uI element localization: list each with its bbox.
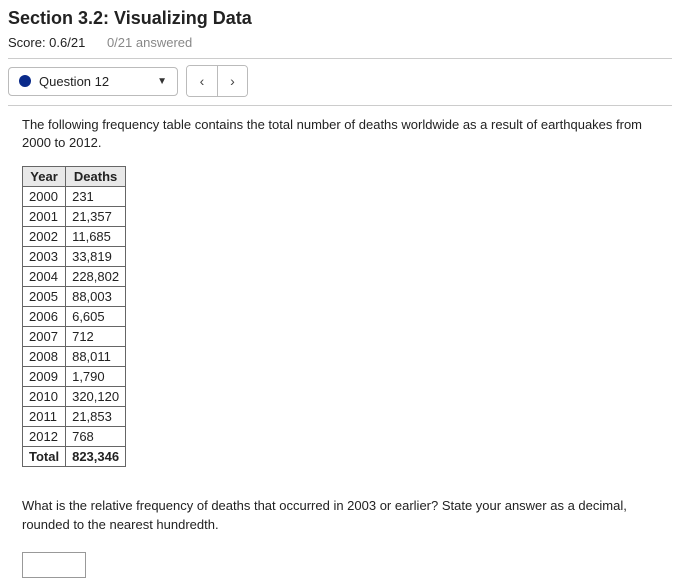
table-row: 20066,605 (23, 307, 126, 327)
cell-year: 2006 (23, 307, 66, 327)
nav-button-group: ‹ › (186, 65, 248, 97)
cell-year: 2001 (23, 207, 66, 227)
table-row: 2000231 (23, 187, 126, 207)
table-header-deaths: Deaths (66, 167, 126, 187)
divider-nav (8, 105, 672, 106)
cell-year: 2011 (23, 407, 66, 427)
cell-deaths: 228,802 (66, 267, 126, 287)
table-header-year: Year (23, 167, 66, 187)
table-row: 2007712 (23, 327, 126, 347)
cell-year: 2000 (23, 187, 66, 207)
table-row: 2012768 (23, 427, 126, 447)
prev-question-button[interactable]: ‹ (187, 66, 217, 96)
question-nav: Question 12 ▼ ‹ › (8, 65, 672, 97)
table-row: 2004228,802 (23, 267, 126, 287)
cell-year: 2004 (23, 267, 66, 287)
cell-year: 2002 (23, 227, 66, 247)
cell-deaths: 6,605 (66, 307, 126, 327)
frequency-table: Year Deaths 2000231200121,357200211,6852… (22, 166, 126, 467)
score-label: Score: 0.6/21 (8, 35, 85, 50)
chevron-left-icon: ‹ (200, 73, 205, 89)
caret-down-icon: ▼ (157, 76, 167, 87)
table-row: 2010320,120 (23, 387, 126, 407)
cell-year: 2007 (23, 327, 66, 347)
cell-deaths: 21,853 (66, 407, 126, 427)
cell-deaths: 33,819 (66, 247, 126, 267)
cell-deaths: 1,790 (66, 367, 126, 387)
cell-deaths: 11,685 (66, 227, 126, 247)
table-row: 200121,357 (23, 207, 126, 227)
table-header-row: Year Deaths (23, 167, 126, 187)
table-row: 200211,685 (23, 227, 126, 247)
table-row: 200333,819 (23, 247, 126, 267)
chevron-right-icon: › (230, 73, 235, 89)
next-question-button[interactable]: › (217, 66, 247, 96)
cell-year: 2003 (23, 247, 66, 267)
cell-total-label: Total (23, 447, 66, 467)
divider-top (8, 58, 672, 59)
cell-deaths: 712 (66, 327, 126, 347)
question-select[interactable]: Question 12 ▼ (8, 67, 178, 96)
cell-year: 2005 (23, 287, 66, 307)
table-row: 201121,853 (23, 407, 126, 427)
answer-input[interactable] (22, 552, 86, 578)
page-title: Section 3.2: Visualizing Data (8, 8, 672, 29)
question-body: The following frequency table contains t… (8, 116, 672, 578)
table-row: 200888,011 (23, 347, 126, 367)
question-status-dot-icon (19, 75, 31, 87)
cell-deaths: 320,120 (66, 387, 126, 407)
cell-deaths: 768 (66, 427, 126, 447)
answered-label: 0/21 answered (107, 35, 192, 50)
cell-deaths: 88,003 (66, 287, 126, 307)
question-text: What is the relative frequency of deaths… (22, 497, 652, 533)
table-row-total: Total823,346 (23, 447, 126, 467)
cell-year: 2012 (23, 427, 66, 447)
table-row: 200588,003 (23, 287, 126, 307)
cell-deaths: 21,357 (66, 207, 126, 227)
cell-deaths: 88,011 (66, 347, 126, 367)
cell-total-value: 823,346 (66, 447, 126, 467)
question-select-label: Question 12 (39, 74, 157, 89)
cell-deaths: 231 (66, 187, 126, 207)
question-prompt: The following frequency table contains t… (22, 116, 642, 152)
cell-year: 2009 (23, 367, 66, 387)
cell-year: 2010 (23, 387, 66, 407)
cell-year: 2008 (23, 347, 66, 367)
table-row: 20091,790 (23, 367, 126, 387)
score-row: Score: 0.6/21 0/21 answered (8, 35, 672, 50)
